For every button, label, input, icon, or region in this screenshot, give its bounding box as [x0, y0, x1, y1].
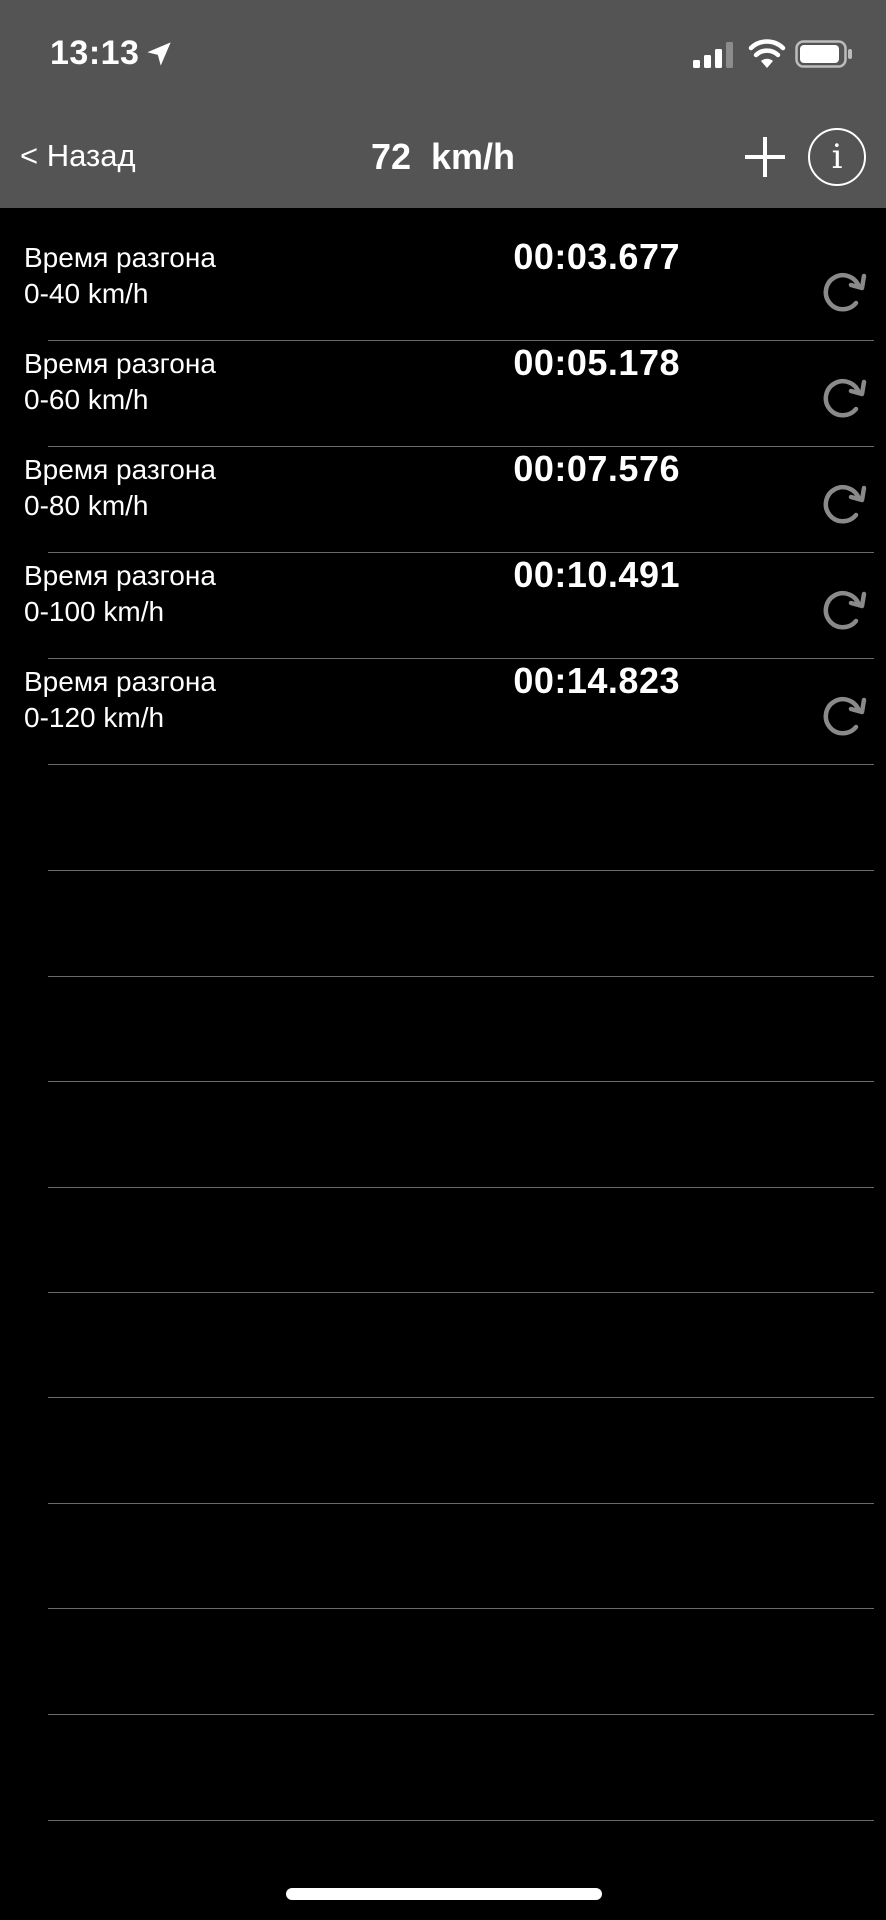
plus-icon[interactable]: [742, 134, 788, 180]
list-item: Время разгона 0-40 km/h 00:03.677: [0, 226, 886, 332]
row-speed-range: 0-100 km/h: [24, 596, 165, 627]
list-item: Время разгона 0-120 km/h 00:14.823: [0, 650, 886, 756]
row-title: Время разгона: [24, 242, 216, 273]
row-time: 00:05.178: [513, 342, 680, 383]
refresh-icon[interactable]: [818, 266, 868, 316]
row-label: Время разгона 0-40 km/h: [24, 240, 216, 312]
separator: [48, 1292, 874, 1293]
separator: [48, 1081, 874, 1082]
battery-icon: [795, 40, 852, 68]
separator: [48, 1714, 874, 1715]
separator: [48, 1503, 874, 1504]
separator: [48, 870, 874, 871]
separator: [48, 764, 874, 765]
separator: [48, 1820, 874, 1821]
row-title: Время разгона: [24, 666, 216, 697]
row-title: Время разгона: [24, 454, 216, 485]
status-time: 13:13: [50, 34, 140, 72]
row-speed-range: 0-120 km/h: [24, 702, 165, 733]
row-title: Время разгона: [24, 348, 216, 379]
row-time: 00:03.677: [513, 236, 680, 277]
list-item: Время разгона 0-100 km/h 00:10.491: [0, 544, 886, 650]
list-item: Время разгона 0-60 km/h 00:05.178: [0, 332, 886, 438]
header: 13:13 < Назад 72 km/h i: [0, 0, 886, 208]
info-button[interactable]: i: [808, 128, 866, 186]
row-label: Время разгона 0-100 km/h: [24, 558, 216, 630]
row-time: 00:10.491: [513, 554, 680, 595]
refresh-icon[interactable]: [818, 372, 868, 422]
row-time: 00:14.823: [513, 660, 680, 701]
refresh-icon[interactable]: [818, 690, 868, 740]
row-label: Время разгона 0-60 km/h: [24, 346, 216, 418]
row-label: Время разгона 0-120 km/h: [24, 664, 216, 736]
separator: [48, 976, 874, 977]
list-item: Время разгона 0-80 km/h 00:07.576: [0, 438, 886, 544]
row-speed-range: 0-60 km/h: [24, 384, 149, 415]
refresh-icon[interactable]: [818, 478, 868, 528]
screen: 13:13 < Назад 72 km/h i Время разгона 0-…: [0, 0, 886, 1920]
row-speed-range: 0-40 km/h: [24, 278, 149, 309]
wifi-icon: [748, 39, 786, 68]
row-time: 00:07.576: [513, 448, 680, 489]
info-icon: i: [831, 137, 843, 177]
row-label: Время разгона 0-80 km/h: [24, 452, 216, 524]
row-speed-range: 0-80 km/h: [24, 490, 149, 521]
separator: [48, 1608, 874, 1609]
separator: [48, 1397, 874, 1398]
row-title: Время разгона: [24, 560, 216, 591]
home-indicator[interactable]: [286, 1888, 602, 1900]
back-button[interactable]: < Назад: [20, 138, 136, 174]
page-title-text: 72 km/h: [370, 136, 516, 177]
refresh-icon[interactable]: [818, 584, 868, 634]
location-arrow-icon: [147, 42, 171, 66]
separator: [48, 1187, 874, 1188]
signal-icon: [693, 42, 733, 68]
